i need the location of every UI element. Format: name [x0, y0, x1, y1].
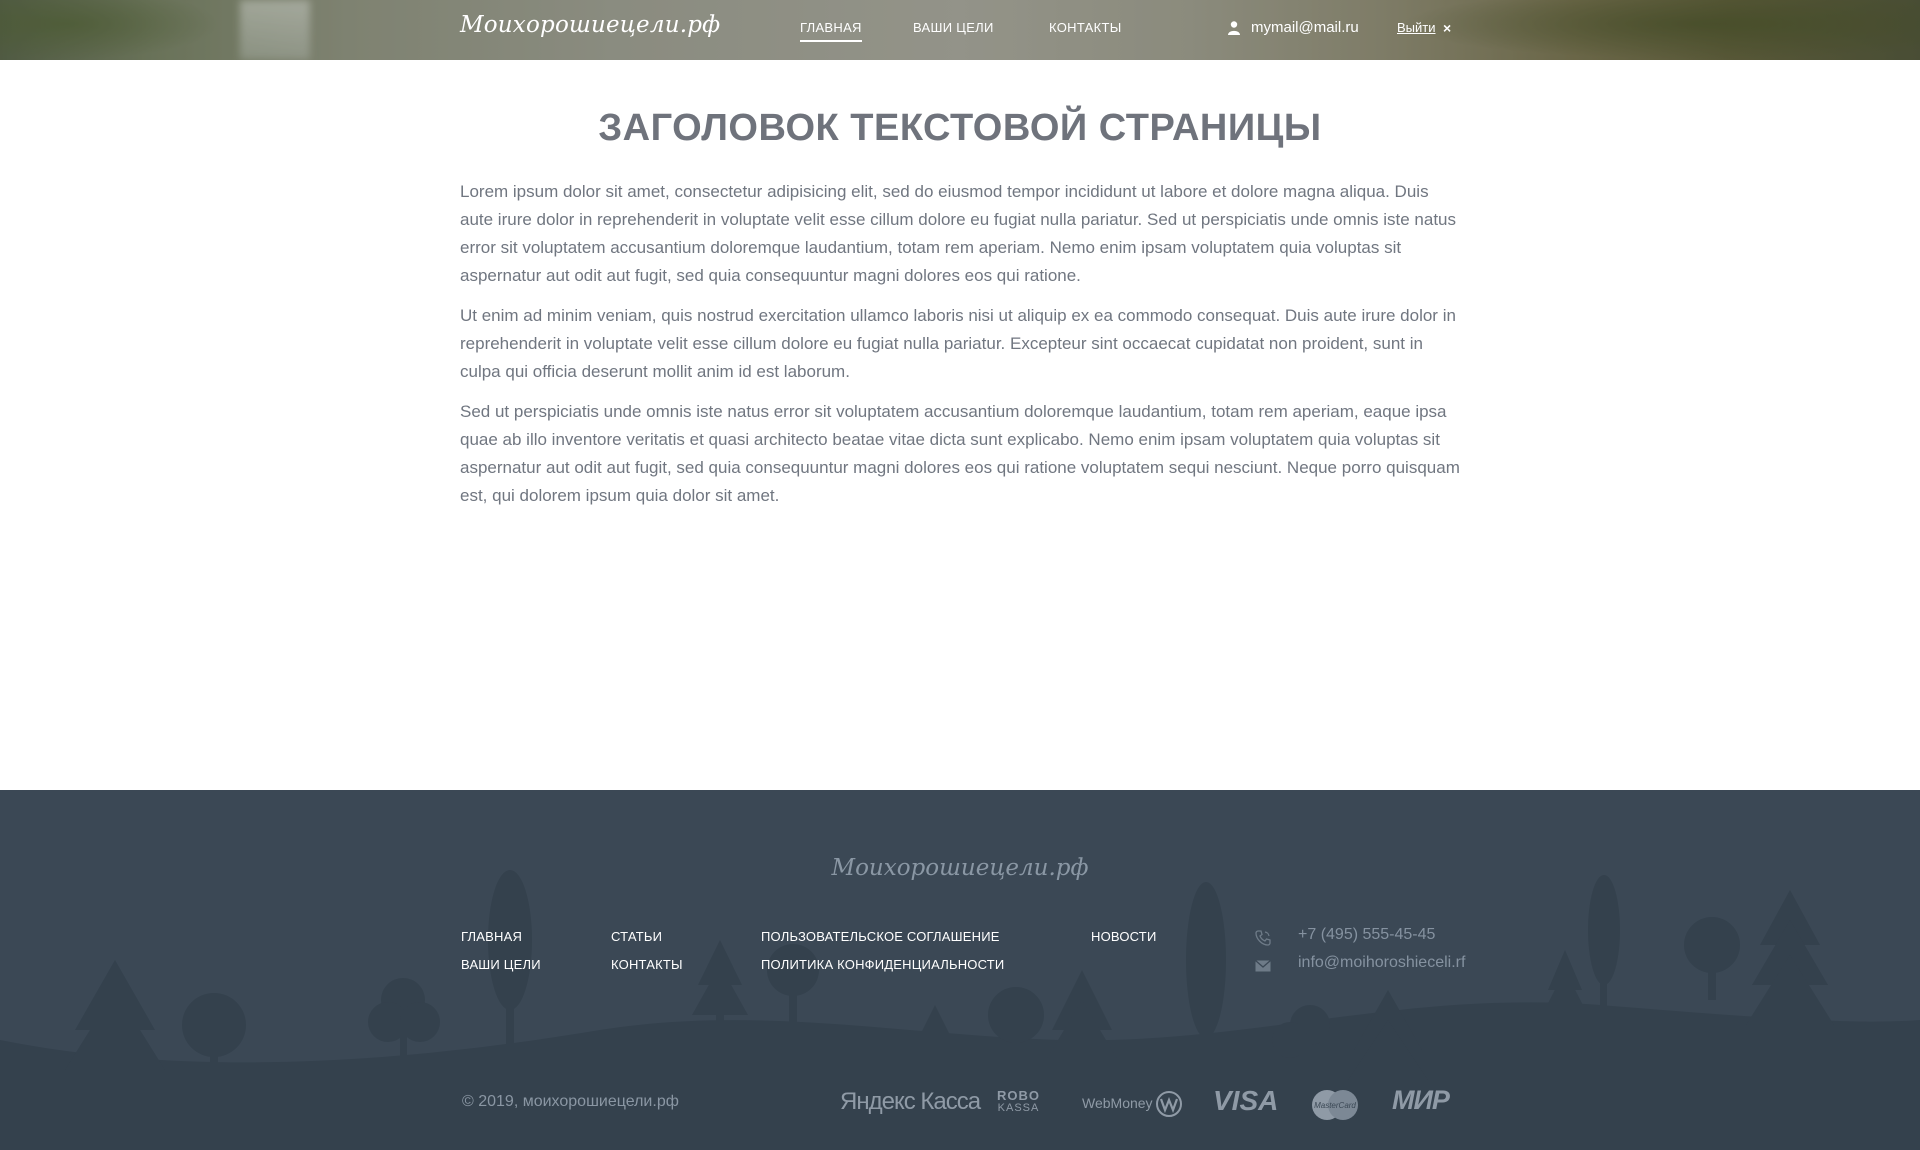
- footer-link-contacts[interactable]: КОНТАКТЫ: [611, 957, 683, 972]
- visa-logo: VISA: [1213, 1085, 1279, 1116]
- footer-link-privacy-policy[interactable]: ПОЛИТИКА КОНФИДЕНЦИАЛЬНОСТИ: [761, 957, 1004, 972]
- footer-link-news[interactable]: НОВОСТИ: [1091, 929, 1157, 944]
- nav-item-home[interactable]: ГЛАВНАЯ: [800, 20, 862, 42]
- nav-item-contacts[interactable]: КОНТАКТЫ: [1049, 20, 1122, 40]
- footer-phone[interactable]: +7 (495) 555-45-45: [1298, 926, 1435, 944]
- copyright: © 2019, моихорошиецели.рф: [462, 1093, 679, 1110]
- robokassa-logo: ROBO KASSA: [997, 1088, 1040, 1114]
- user-icon: [1228, 21, 1240, 35]
- user-email: mymail@mail.ru: [1251, 19, 1359, 36]
- svg-text:MasterCard: MasterCard: [1314, 1101, 1356, 1110]
- site-footer: Моихорошиецели.рф ГЛАВНАЯ ВАШИ ЦЕЛИ СТАТ…: [0, 790, 1920, 1150]
- page-content: ЗАГОЛОВОК ТЕКСТОВОЙ СТРАНИЦЫ Lorem ipsum…: [460, 100, 1460, 510]
- footer-link-user-agreement[interactable]: ПОЛЬЗОВАТЕЛЬСКОЕ СОГЛАШЕНИЕ: [761, 929, 1000, 944]
- phone-icon: [1255, 930, 1271, 946]
- footer-link-articles[interactable]: СТАТЬИ: [611, 929, 662, 944]
- nav-item-your-goals[interactable]: ВАШИ ЦЕЛИ: [913, 20, 994, 40]
- page-title: ЗАГОЛОВОК ТЕКСТОВОЙ СТРАНИЦЫ: [598, 107, 1322, 149]
- mastercard-logo: MasterCard: [1312, 1090, 1358, 1120]
- mir-logo: МИР: [1392, 1085, 1450, 1115]
- site-header: Моихорошиецели.рф ГЛАВНАЯ ВАШИ ЦЕЛИ КОНТ…: [0, 0, 1920, 60]
- text-paragraph: Ut enim ad minim veniam, quis nostrud ex…: [460, 306, 1456, 381]
- footer-email[interactable]: info@moihoroshieceli.rf: [1298, 954, 1465, 972]
- mail-icon: [1255, 960, 1271, 972]
- webmoney-logo: WebMoney: [1082, 1095, 1153, 1111]
- logout-link[interactable]: Выйти: [1397, 20, 1436, 35]
- yandex-kassa-logo: Яндекс Касса: [840, 1088, 981, 1115]
- site-logo[interactable]: Моихорошиецели.рф: [460, 12, 720, 38]
- close-icon[interactable]: ×: [1443, 20, 1451, 36]
- webmoney-globe-icon: [1156, 1091, 1182, 1117]
- footer-link-home[interactable]: ГЛАВНАЯ: [461, 929, 522, 944]
- footer-link-your-goals[interactable]: ВАШИ ЦЕЛИ: [461, 957, 541, 972]
- footer-logo[interactable]: Моихорошиецели.рф: [0, 855, 1920, 881]
- text-paragraph: Sed ut perspiciatis unde omnis iste natu…: [460, 402, 1460, 505]
- text-paragraph: Lorem ipsum dolor sit amet, consectetur …: [460, 182, 1457, 285]
